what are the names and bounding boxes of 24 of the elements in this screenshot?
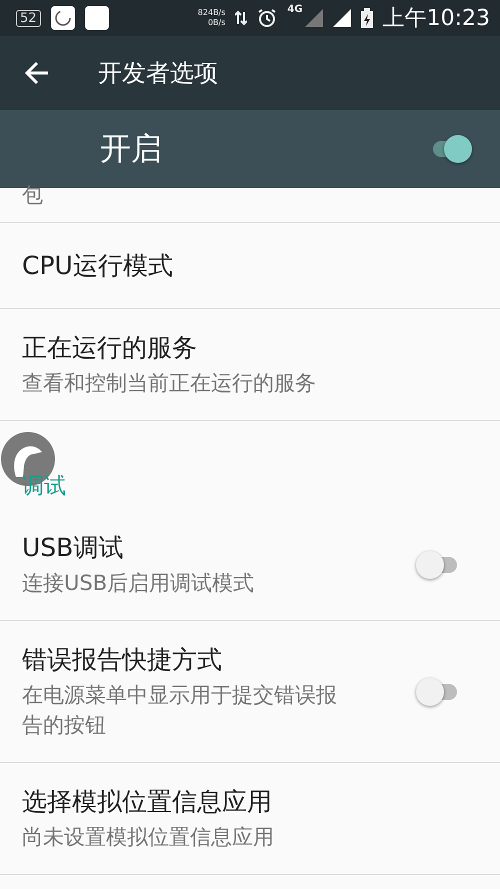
setting-title[interactable]: USB调试 bbox=[22, 531, 254, 564]
setting-summary: 查看和控制当前正在运行的服务 bbox=[22, 370, 316, 397]
setting-summary: 连接USB后启用调试模式 bbox=[22, 570, 254, 597]
clock: 上午10:23 bbox=[382, 5, 490, 33]
network-speed: 824B/s 0B/s bbox=[198, 8, 226, 28]
alarm-icon bbox=[257, 8, 278, 28]
setting-title[interactable]: 错误报告快捷方式 bbox=[22, 643, 342, 676]
page-title: 开发者选项 bbox=[98, 58, 218, 89]
setting-title[interactable]: 选择模拟位置信息应用 bbox=[22, 785, 274, 818]
signal-icon bbox=[304, 9, 323, 27]
app-notification-icon bbox=[50, 6, 75, 30]
network-type: 4G bbox=[287, 4, 303, 15]
setting-summary: 在电源菜单中显示用于提交错误报告的按钮 bbox=[22, 682, 338, 739]
master-switch-label: 开启 bbox=[100, 130, 162, 169]
battery-charging-icon bbox=[360, 8, 373, 28]
setting-title[interactable]: 正在运行的服务 bbox=[22, 331, 316, 364]
setting-summary: 尚未设置模拟位置信息应用 bbox=[22, 824, 274, 851]
data-transfer-icon bbox=[235, 10, 248, 26]
app-notification-icon bbox=[84, 6, 109, 30]
notification-badge: 52 bbox=[16, 10, 41, 26]
back-arrow-icon[interactable] bbox=[24, 60, 50, 86]
setting-title[interactable]: CPU运行模式 bbox=[22, 249, 173, 282]
signal-icon bbox=[332, 9, 351, 27]
setting-summary: 包 bbox=[22, 182, 43, 209]
